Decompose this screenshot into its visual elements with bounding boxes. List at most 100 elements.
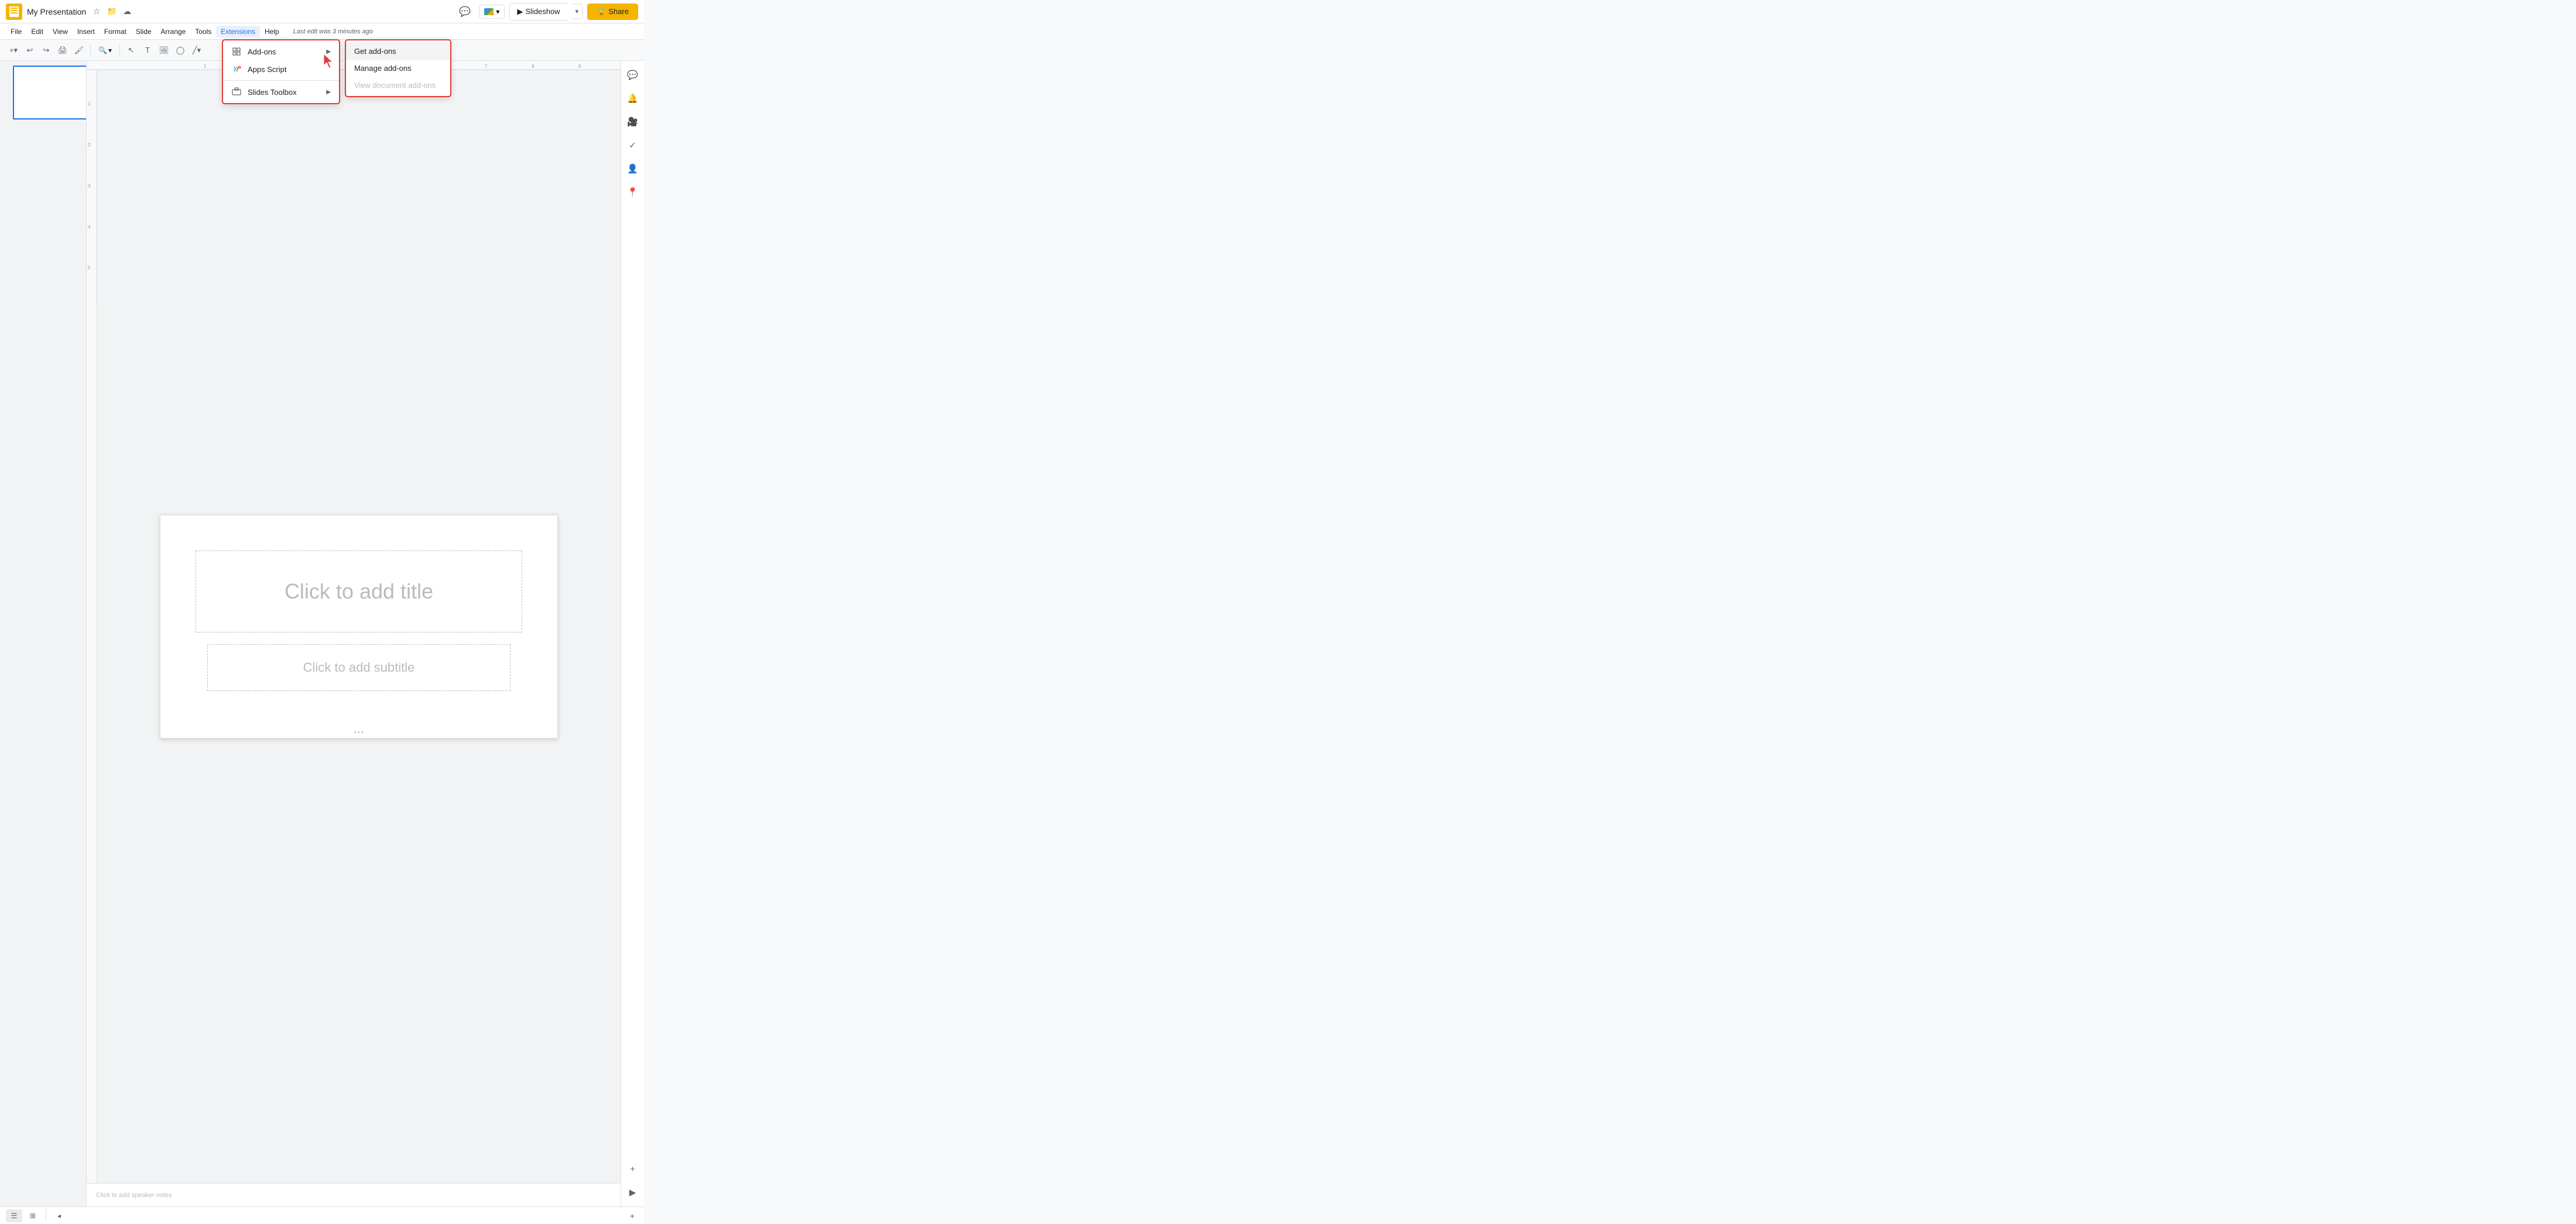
sidebar-icon-notifications[interactable]: 🔔: [624, 89, 642, 108]
sidebar-icon-add[interactable]: +: [624, 1160, 642, 1178]
line-tool[interactable]: ╱▾: [189, 43, 204, 58]
edit-status: Last edit was 3 minutes ago: [293, 28, 373, 35]
title-placeholder[interactable]: Click to add title: [196, 551, 522, 632]
meet-icon: [484, 8, 494, 15]
meet-label: ▾: [496, 8, 499, 16]
menu-bar: File Edit View Insert Format Slide Arran…: [0, 23, 644, 40]
speaker-notes[interactable]: Click to add speaker notes: [87, 1183, 621, 1206]
vertical-ruler: 1 2 3 4 5: [87, 70, 97, 1183]
grid-view-button[interactable]: ⊞: [25, 1209, 41, 1222]
apps-script-icon: [231, 64, 242, 74]
get-addons-label: Get add-ons: [354, 47, 396, 56]
print-button[interactable]: 🖨: [55, 43, 70, 58]
extensions-menu: Add-ons ▶ Apps Script Slides Toolbox ▶: [222, 40, 340, 104]
comment-button[interactable]: 💬: [455, 2, 474, 21]
menu-insert[interactable]: Insert: [73, 26, 100, 37]
add-button[interactable]: +▾: [6, 43, 21, 58]
app-icon: [6, 4, 22, 20]
slides-toolbox-arrow: ▶: [326, 89, 331, 95]
collapse-panel-button[interactable]: ◂: [51, 1209, 67, 1222]
manage-addons-label: Manage add-ons: [354, 64, 412, 73]
svg-text:5: 5: [88, 265, 91, 271]
menu-help[interactable]: Help: [260, 26, 284, 37]
share-label: Share: [608, 7, 629, 16]
subtitle-placeholder-text: Click to add subtitle: [303, 660, 415, 675]
presentation-title[interactable]: My Presentation: [27, 7, 86, 16]
slide-thumbnail[interactable]: [13, 66, 87, 119]
sidebar-icon-tasks[interactable]: ✓: [624, 136, 642, 155]
menu-extensions[interactable]: Extensions: [216, 26, 260, 37]
zoom-level: ▾: [108, 46, 112, 54]
title-icons: ☆ 📁 ☁: [91, 6, 133, 18]
view-doc-addons-label: View document add-ons: [354, 81, 436, 90]
lock-icon: 🔒: [597, 7, 606, 16]
menu-divider: [223, 80, 339, 81]
share-button[interactable]: 🔒 Share: [587, 4, 638, 20]
menu-slide[interactable]: Slide: [131, 26, 156, 37]
toolbar-separator-2: [119, 45, 120, 56]
addons-option[interactable]: Add-ons ▶: [223, 43, 339, 60]
zoom-plus-button[interactable]: +: [626, 1209, 638, 1222]
sidebar-icon-maps[interactable]: 📍: [624, 183, 642, 201]
menu-format[interactable]: Format: [100, 26, 131, 37]
addons-submenu: Get add-ons Manage add-ons View document…: [345, 40, 451, 97]
sidebar-icon-expand[interactable]: ▶: [624, 1183, 642, 1202]
menu-file[interactable]: File: [6, 26, 26, 37]
bottom-bar: ☰ ⊞ ◂ +: [0, 1206, 644, 1224]
slides-toolbox-option[interactable]: Slides Toolbox ▶: [223, 83, 339, 101]
slide-canvas[interactable]: Click to add title Click to add subtitle: [160, 515, 558, 738]
image-tool[interactable]: 🖼: [156, 43, 172, 58]
addons-label: Add-ons: [248, 47, 276, 56]
canvas-wrap: Click to add title Click to add subtitle: [97, 70, 621, 1183]
right-sidebar: 💬 🔔 🎥 ✓ 👤 📍 + ▶: [621, 61, 644, 1206]
slide-panel: 1: [0, 61, 87, 1206]
paint-format-button[interactable]: 🖌: [71, 43, 87, 58]
slideshow-icon: ▶: [517, 7, 523, 16]
redo-button[interactable]: ↪: [39, 43, 54, 58]
slides-toolbox-icon: [231, 87, 242, 97]
view-doc-addons-item: View document add-ons: [346, 77, 450, 94]
title-bar: My Presentation ☆ 📁 ☁ 💬 ▾ ▶ Slideshow ▾ …: [0, 0, 644, 23]
subtitle-placeholder[interactable]: Click to add subtitle: [207, 644, 511, 691]
svg-text:1: 1: [88, 101, 91, 107]
slideshow-button[interactable]: ▶ Slideshow: [509, 3, 567, 20]
menu-tools[interactable]: Tools: [190, 26, 216, 37]
toolbar-separator-1: [90, 45, 91, 56]
sidebar-icon-chat[interactable]: 💬: [624, 66, 642, 84]
view-buttons: ☰ ⊞ ◂: [6, 1209, 67, 1222]
cloud-icon[interactable]: ☁: [121, 6, 133, 18]
slides-toolbox-label: Slides Toolbox: [248, 88, 297, 97]
manage-addons-item[interactable]: Manage add-ons: [346, 60, 450, 77]
svg-text:3: 3: [88, 183, 91, 189]
sidebar-icon-contacts[interactable]: 👤: [624, 159, 642, 178]
get-addons-item[interactable]: Get add-ons: [346, 43, 450, 60]
svg-text:4: 4: [88, 224, 91, 230]
svg-text:7: 7: [485, 64, 488, 69]
shape-tool[interactable]: ◯: [173, 43, 188, 58]
main-layout: 1 1 2 3 4 5 6 7 8 9: [0, 61, 644, 1206]
slides-logo: [9, 6, 19, 17]
list-view-button[interactable]: ☰: [6, 1209, 22, 1222]
text-tool[interactable]: T: [140, 43, 155, 58]
editor-area: 1 2 3 4 5 6 7 8 9 1 2 3 4 5: [87, 61, 621, 1206]
undo-button[interactable]: ↩: [22, 43, 37, 58]
apps-script-label: Apps Script: [248, 65, 286, 74]
menu-arrange[interactable]: Arrange: [156, 26, 191, 37]
slide-thumb-inner: [14, 67, 87, 118]
select-tool[interactable]: ↖: [124, 43, 139, 58]
svg-text:1: 1: [204, 64, 207, 69]
sidebar-icon-meet[interactable]: 🎥: [624, 112, 642, 131]
svg-text:9: 9: [578, 64, 581, 69]
apps-script-option[interactable]: Apps Script: [223, 60, 339, 78]
zoom-control[interactable]: 🔍 ▾: [94, 45, 116, 56]
meet-button[interactable]: ▾: [479, 5, 505, 19]
header-right: 💬 ▾ ▶ Slideshow ▾ 🔒 Share: [455, 2, 638, 21]
menu-edit[interactable]: Edit: [26, 26, 48, 37]
svg-text:8: 8: [532, 64, 535, 69]
folder-icon[interactable]: 📁: [106, 6, 118, 18]
slideshow-dropdown-button[interactable]: ▾: [572, 4, 583, 19]
star-icon[interactable]: ☆: [91, 6, 102, 18]
menu-view[interactable]: View: [48, 26, 73, 37]
addons-arrow: ▶: [326, 49, 331, 55]
speaker-notes-placeholder: Click to add speaker notes: [96, 1192, 172, 1199]
